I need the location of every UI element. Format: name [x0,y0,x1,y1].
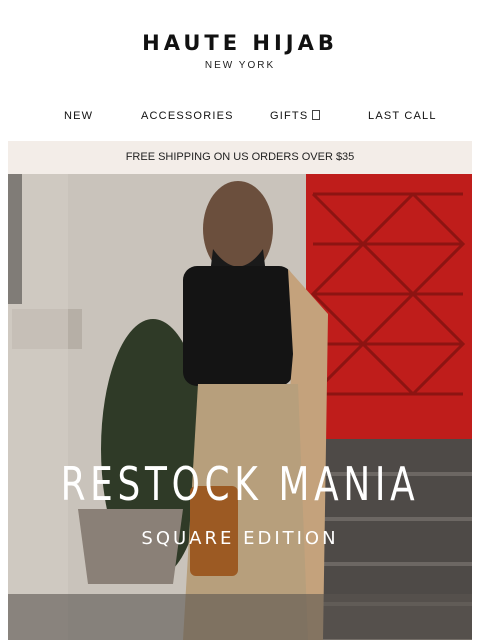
nav-item-last-call[interactable]: LAST CALL [368,110,437,122]
shipping-banner[interactable]: FREE SHIPPING ON US ORDERS OVER $35 [8,141,472,174]
nav-item-gifts[interactable]: GIFTS [270,110,321,122]
hero-subtitle: SQUARE EDITION [141,528,339,549]
hero-banner[interactable]: RESTOCK MANIA SQUARE EDITION [8,174,472,640]
chevron-down-icon [312,110,321,120]
hero-title: RESTOCK MANIA [60,457,420,511]
nav-item-accessories[interactable]: ACCESSORIES [141,110,234,122]
brand-logo[interactable]: HAUTE HIJAB NEW YORK [0,30,480,71]
hero-photo [8,174,472,640]
shipping-banner-text: FREE SHIPPING ON US ORDERS OVER $35 [125,151,355,163]
nav-item-new[interactable]: NEW [64,110,93,122]
brand-name: HAUTE HIJAB [142,31,338,55]
main-nav: NEW ACCESSORIES GIFTS LAST CALL [8,110,472,128]
nav-item-gifts-label: GIFTS [270,110,309,122]
brand-location: NEW YORK [204,60,276,71]
